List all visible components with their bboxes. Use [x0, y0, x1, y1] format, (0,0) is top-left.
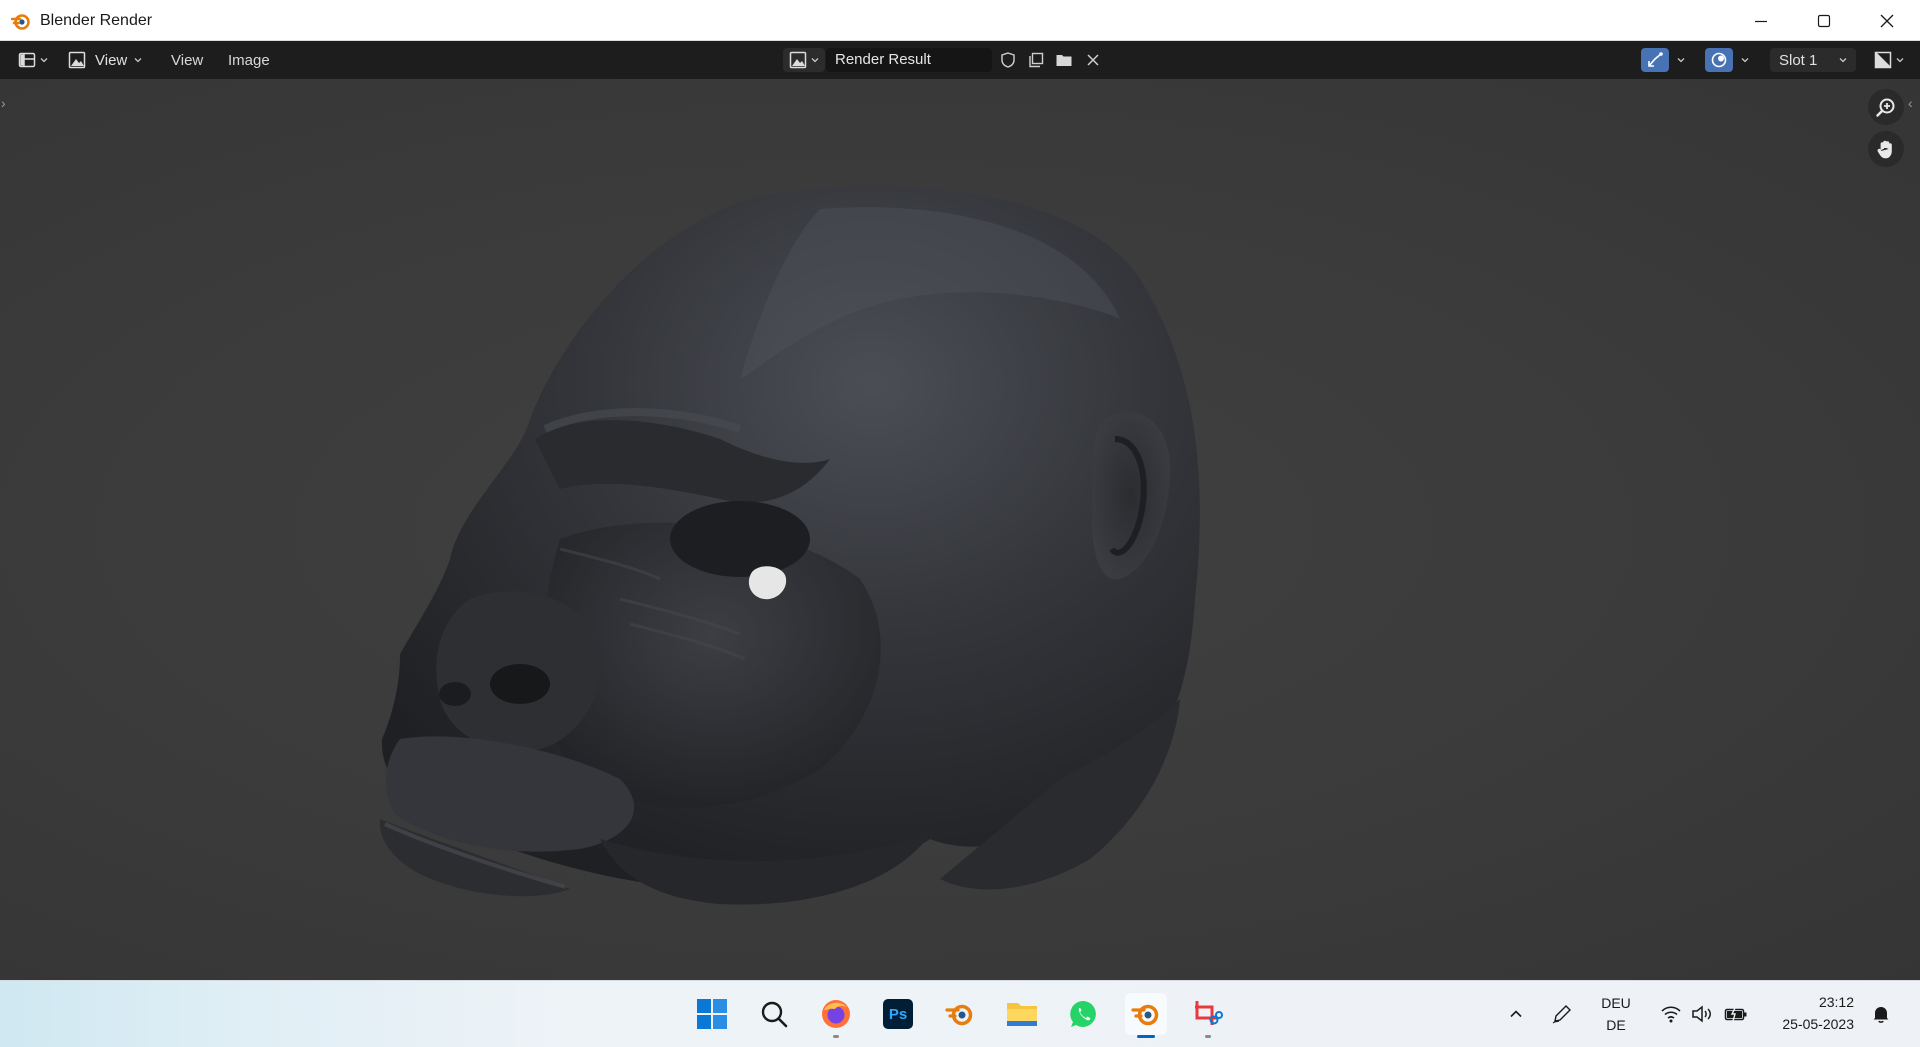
menu-image[interactable]: Image [228, 41, 270, 79]
zoom-navigation-button[interactable] [1868, 89, 1904, 125]
gizmo-options-dropdown[interactable] [1670, 48, 1692, 72]
menu-view[interactable]: View [171, 41, 203, 79]
chevron-down-icon [1839, 58, 1847, 63]
overlays-options-dropdown[interactable] [1734, 48, 1756, 72]
editor-type-icon [18, 52, 35, 68]
duplicate-icon [1029, 52, 1044, 68]
taskbar-blender[interactable] [939, 993, 981, 1035]
gizmo-icon [1648, 52, 1663, 67]
taskbar-blender-active[interactable] [1125, 993, 1167, 1038]
close-window-button[interactable] [1855, 0, 1918, 41]
overlays-toggle[interactable] [1705, 48, 1733, 72]
editor-type-button[interactable] [14, 48, 52, 72]
sidebar-expand-arrow[interactable]: ‹ [1908, 95, 1913, 111]
chevron-down-icon [134, 58, 142, 63]
start-button[interactable] [691, 993, 733, 1035]
image-editor-header: View View Image Render Result Slot 1 [0, 41, 1920, 79]
slot-dropdown[interactable]: Slot 1 [1770, 48, 1856, 72]
chevron-down-icon [1741, 58, 1749, 63]
search-button[interactable] [753, 993, 795, 1035]
image-icon [68, 51, 86, 69]
taskbar-whatsapp[interactable] [1063, 993, 1105, 1035]
open-image-button[interactable] [1051, 48, 1077, 72]
chevron-down-icon [811, 58, 818, 63]
volume-status[interactable] [1686, 993, 1720, 1035]
unlink-image-button[interactable] [1080, 48, 1106, 72]
minimize-button[interactable] [1729, 0, 1792, 41]
notifications-button[interactable] [1864, 993, 1898, 1035]
shield-icon [1001, 52, 1015, 68]
hand-icon [1877, 140, 1892, 159]
input-language-bottom[interactable]: DE [1596, 1017, 1636, 1033]
clock-date[interactable]: 25-05-2023 [1764, 1016, 1854, 1032]
chevron-down-icon [1677, 58, 1685, 63]
taskbar-snipping-tool[interactable] [1187, 993, 1229, 1038]
chevron-down-icon [40, 58, 47, 63]
image-name-field[interactable]: Render Result [826, 48, 992, 72]
battery-status[interactable] [1719, 993, 1753, 1035]
taskbar-photoshop[interactable]: Ps [877, 993, 919, 1035]
taskbar-firefox[interactable] [815, 993, 857, 1038]
show-hidden-icons-button[interactable] [1497, 993, 1535, 1035]
running-indicator [833, 1035, 839, 1038]
wifi-icon [1661, 1006, 1681, 1023]
folder-icon [1007, 1003, 1037, 1026]
gizmo-toggle[interactable] [1641, 48, 1669, 72]
pen-menu-button[interactable] [1543, 993, 1581, 1035]
window-title: Blender Render [40, 12, 153, 29]
photoshop-icon-label: Ps [888, 1005, 908, 1023]
taskbar-file-explorer[interactable] [1001, 993, 1043, 1035]
photoshop-icon: Ps [883, 999, 913, 1029]
folder-icon [1056, 55, 1072, 66]
blender-icon [1131, 1004, 1159, 1026]
windows-taskbar: Ps DEU DE 23:12 25-05-2023 [0, 980, 1920, 1047]
windows-start-icon [697, 999, 727, 1029]
running-indicator [1205, 1035, 1211, 1038]
whatsapp-icon [1070, 1000, 1096, 1027]
active-indicator [1137, 1035, 1155, 1038]
clock-time[interactable]: 23:12 [1764, 994, 1854, 1010]
maximize-icon [1817, 14, 1830, 27]
blender-icon [945, 1004, 973, 1026]
image-viewport[interactable]: › ‹ [0, 79, 1920, 980]
snipping-tool-icon [1195, 1001, 1223, 1025]
maximize-button[interactable] [1792, 0, 1855, 41]
battery-charging-icon [1724, 1006, 1747, 1022]
speaker-icon [1692, 1005, 1711, 1023]
search-icon [761, 1001, 788, 1028]
pan-navigation-button[interactable] [1868, 131, 1904, 167]
view-mode-label: View [95, 51, 128, 69]
minimize-icon [1754, 20, 1767, 22]
pen-icon [1552, 1005, 1571, 1024]
view-mode-dropdown[interactable]: View [68, 48, 154, 72]
blender-logo-icon [11, 14, 30, 30]
window-title-bar: Blender Render [0, 0, 1920, 41]
wifi-status[interactable] [1654, 993, 1688, 1035]
render-result-image [379, 186, 1200, 905]
close-icon [1087, 54, 1099, 66]
chevron-down-icon [1896, 58, 1903, 63]
firefox-icon [822, 1000, 850, 1028]
chevron-up-icon [1510, 1010, 1522, 1018]
slot-label: Slot 1 [1779, 51, 1818, 69]
input-language-top[interactable]: DEU [1596, 995, 1636, 1011]
bell-icon [1873, 1007, 1889, 1023]
fake-user-button[interactable] [995, 48, 1021, 72]
zoom-in-icon [1876, 98, 1895, 117]
close-icon [1880, 14, 1893, 27]
toolbar-expand-arrow[interactable]: › [1, 95, 6, 111]
image-browse-icon [789, 51, 806, 69]
display-channels-dropdown[interactable] [1869, 48, 1909, 72]
overlays-icon [1711, 52, 1727, 68]
new-image-button[interactable] [1023, 48, 1049, 72]
browse-image-button[interactable] [783, 48, 825, 72]
display-channels-icon [1874, 51, 1891, 69]
